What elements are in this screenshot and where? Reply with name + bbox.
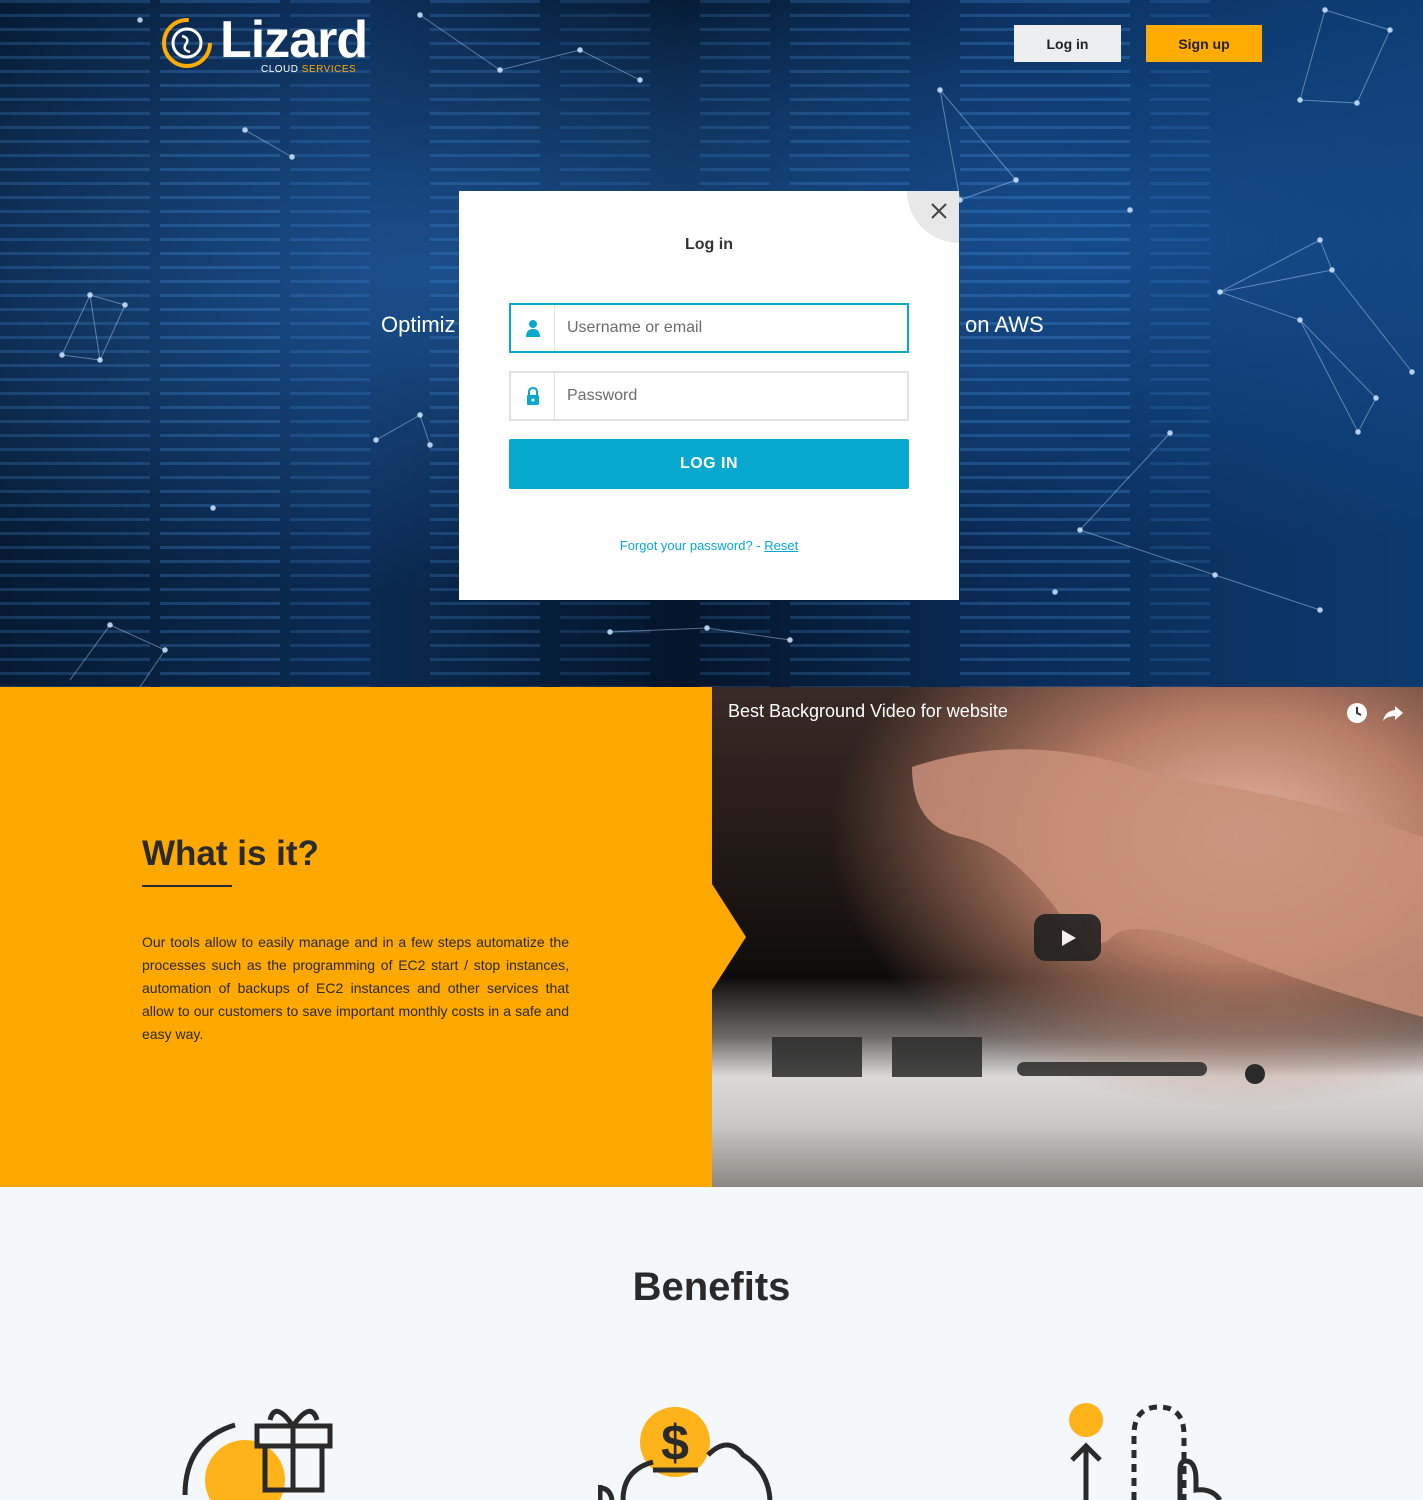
login-submit-button[interactable]: LOG IN [509,439,909,489]
clock-icon[interactable] [1345,701,1369,725]
lock-icon [511,373,555,419]
lizard-logo-icon [162,18,212,68]
header-signup-button[interactable]: Sign up [1146,25,1262,62]
forgot-password-text: Forgot your password? - [619,538,765,553]
hero-tagline-right: on AWS [965,312,1044,337]
what-is-it-section: What is it? Our tools allow to easily ma… [0,687,746,1187]
play-icon [1061,929,1076,946]
close-icon[interactable] [927,199,951,223]
gift-icon [165,1400,335,1500]
brand-name: Lizard [220,11,368,69]
section-pointer-arrow [712,884,746,990]
login-modal: Log in LOG IN Forgot your password? - Re… [459,191,959,600]
title-divider [142,885,232,887]
play-button[interactable] [1034,914,1101,961]
forgot-password-line: Forgot your password? - Reset [459,538,959,553]
brand-logo[interactable]: Lizard CLOUD SERVICES [160,11,368,76]
password-input[interactable] [555,373,907,419]
piggy-bank-icon: $ [597,1400,778,1500]
what-is-it-description: Our tools allow to easily manage and in … [142,934,569,1042]
username-field[interactable] [509,303,909,353]
modal-title: Log in [685,236,733,253]
share-icon[interactable] [1381,701,1405,725]
touch-icon [1062,1400,1232,1500]
user-icon [511,305,555,351]
reset-password-link[interactable]: Reset [764,538,798,553]
video-player[interactable]: Best Background Video for website [712,687,1423,1187]
password-field[interactable] [509,371,909,421]
svg-text:$: $ [661,1415,689,1471]
what-is-it-title: What is it? [142,834,319,873]
header-login-button[interactable]: Log in [1014,25,1121,62]
hero-section: Lizard CLOUD SERVICES Log in Sign up Opt… [0,0,1423,687]
benefits-title: Benefits [632,1265,791,1309]
username-input[interactable] [555,305,907,351]
hero-tagline-left: Optimiz [381,312,456,337]
video-title: Best Background Video for website [728,701,1008,721]
brand-subtitle: CLOUD SERVICES [261,64,357,75]
